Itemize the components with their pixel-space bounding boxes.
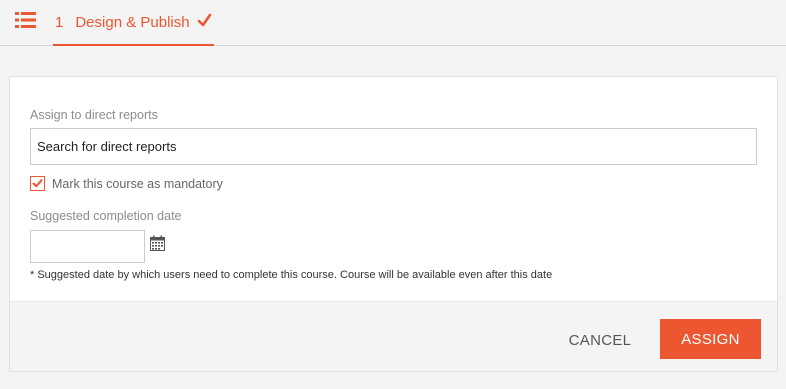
cancel-button[interactable]: CANCEL: [562, 320, 638, 360]
date-label: Suggested completion date: [30, 209, 182, 223]
date-note: * Suggested date by which users need to …: [30, 269, 553, 281]
calendar-icon[interactable]: [150, 235, 165, 251]
card-footer: CANCEL ASSIGN: [10, 301, 777, 371]
assign-label: Assign to direct reports: [30, 108, 158, 122]
tab-design-publish[interactable]: 1 Design & Publish: [53, 0, 214, 46]
assign-card: Assign to direct reports Mark this cours…: [9, 76, 778, 372]
mandatory-label[interactable]: Mark this course as mandatory: [52, 177, 223, 191]
list-icon[interactable]: [14, 9, 38, 31]
assign-button[interactable]: ASSIGN: [660, 319, 761, 359]
checkmark-icon: [197, 13, 212, 32]
mandatory-checkbox[interactable]: [30, 176, 45, 191]
search-input[interactable]: [30, 128, 757, 165]
step-number: 1: [55, 13, 64, 31]
step-label: Design & Publish: [75, 13, 190, 31]
date-input[interactable]: [30, 230, 145, 263]
top-bar: 1 Design & Publish: [0, 0, 786, 46]
